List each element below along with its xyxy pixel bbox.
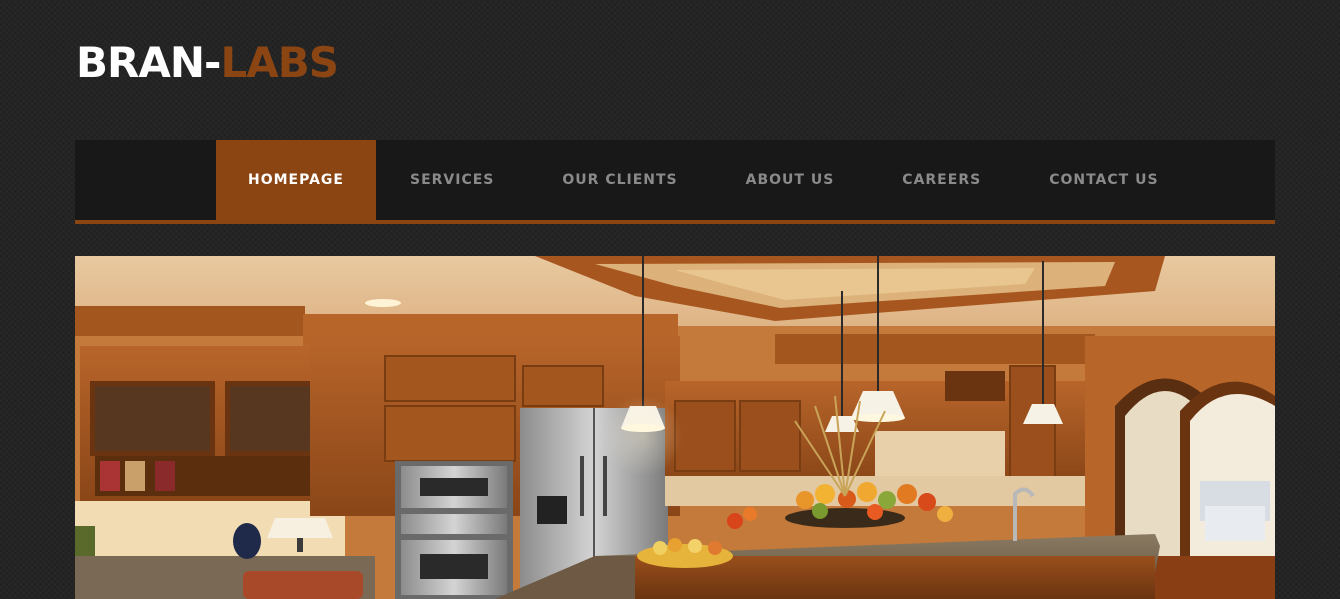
hero-image bbox=[75, 256, 1275, 599]
site-logo[interactable]: BRAN-LABS bbox=[76, 38, 339, 88]
logo-text-accent: LABS bbox=[220, 38, 339, 87]
nav-item-homepage[interactable]: HOMEPAGE bbox=[216, 140, 376, 220]
nav-item-careers[interactable]: CAREERS bbox=[868, 140, 1015, 220]
nav-item-contact-us[interactable]: CONTACT US bbox=[1015, 140, 1192, 220]
nav-menu: HOMEPAGE SERVICES OUR CLIENTS ABOUT US C… bbox=[216, 140, 1193, 220]
main-navigation: HOMEPAGE SERVICES OUR CLIENTS ABOUT US C… bbox=[75, 140, 1275, 224]
nav-item-about-us[interactable]: ABOUT US bbox=[712, 140, 869, 220]
logo-text-primary: BRAN- bbox=[76, 38, 221, 87]
nav-item-services[interactable]: SERVICES bbox=[376, 140, 528, 220]
kitchen-illustration bbox=[75, 256, 1275, 599]
nav-item-our-clients[interactable]: OUR CLIENTS bbox=[528, 140, 711, 220]
